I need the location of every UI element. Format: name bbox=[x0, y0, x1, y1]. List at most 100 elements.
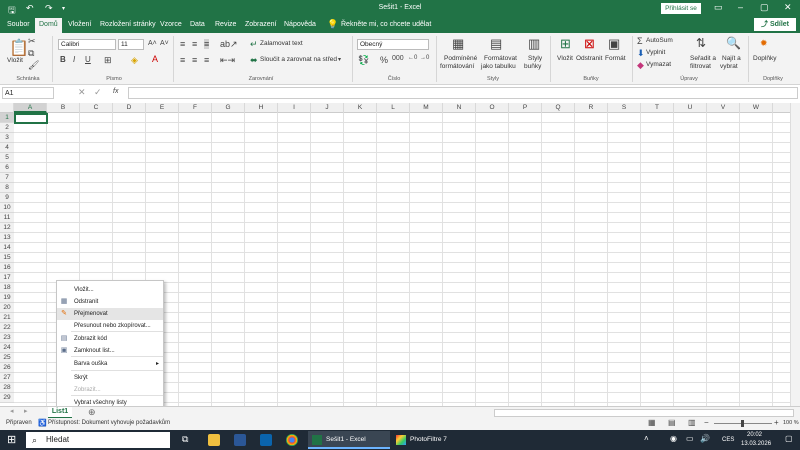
column-header[interactable]: B bbox=[47, 103, 80, 113]
column-header[interactable]: W bbox=[740, 103, 773, 113]
column-header[interactable]: C bbox=[80, 103, 113, 113]
normal-view-icon[interactable]: ▦ bbox=[648, 418, 656, 427]
row-header[interactable]: 10 bbox=[0, 203, 14, 213]
active-cell[interactable] bbox=[14, 113, 48, 124]
cell-styles-label-2[interactable]: buňky bbox=[524, 63, 541, 70]
column-header[interactable]: E bbox=[146, 103, 179, 113]
notifications-icon[interactable]: ▢ bbox=[785, 434, 793, 443]
column-header[interactable]: K bbox=[344, 103, 377, 113]
column-header[interactable]: V bbox=[707, 103, 740, 113]
sort-filter-label-1[interactable]: Seřadit a bbox=[690, 55, 716, 62]
merge-dropdown-icon[interactable]: ▾ bbox=[338, 56, 341, 63]
find-select-icon[interactable]: 🔍 bbox=[726, 36, 741, 50]
row-header[interactable]: 2 bbox=[0, 123, 14, 133]
outlook-icon[interactable] bbox=[260, 434, 272, 446]
context-menu-item[interactable]: ▤ Zobrazit kód bbox=[57, 333, 163, 345]
tab-page-layout[interactable]: Rozložení stránky bbox=[100, 21, 156, 28]
cancel-entry-icon[interactable]: ✕ bbox=[78, 87, 86, 98]
fill-button[interactable]: Vyplnit bbox=[646, 49, 665, 56]
ribbon-display-icon[interactable]: ▭ bbox=[714, 2, 723, 13]
conditional-formatting-label-2[interactable]: formátování bbox=[440, 63, 474, 70]
column-header[interactable]: N bbox=[443, 103, 476, 113]
close-icon[interactable]: ✕ bbox=[784, 2, 792, 13]
increase-decimal-icon[interactable]: ←0 bbox=[408, 55, 417, 61]
context-menu-item[interactable]: ▦ Odstranit bbox=[57, 296, 163, 308]
tab-file[interactable]: Soubor bbox=[7, 21, 30, 28]
tab-review[interactable]: Revize bbox=[215, 21, 236, 28]
cell-styles-icon[interactable]: ▥ bbox=[528, 36, 540, 52]
font-name-combo[interactable]: Calibri bbox=[58, 39, 116, 50]
indent-icon[interactable]: ⇤⇥ bbox=[220, 55, 235, 66]
align-right-icon[interactable]: ≡ bbox=[204, 55, 209, 65]
column-header[interactable]: D bbox=[113, 103, 146, 113]
accounting-format-icon[interactable]: 💱 bbox=[358, 55, 369, 66]
cut-icon[interactable]: ✂ bbox=[28, 36, 36, 47]
addins-button[interactable]: Doplňky bbox=[753, 55, 776, 62]
column-header[interactable]: O bbox=[476, 103, 509, 113]
row-header[interactable]: 29 bbox=[0, 393, 14, 403]
context-menu-item[interactable]: Barva ouška ▸ bbox=[57, 358, 163, 370]
accessibility-icon[interactable]: ♿ bbox=[38, 419, 47, 427]
row-header[interactable]: 14 bbox=[0, 243, 14, 253]
row-header[interactable]: 19 bbox=[0, 293, 14, 303]
zoom-level[interactable]: 100 % bbox=[783, 420, 799, 426]
row-header[interactable]: 17 bbox=[0, 273, 14, 283]
fill-color-icon[interactable]: ◈ bbox=[131, 55, 138, 66]
zoom-slider-thumb[interactable] bbox=[741, 420, 744, 427]
column-header[interactable]: T bbox=[641, 103, 674, 113]
taskbar-photofiltre-window[interactable]: PhotoFiltre 7 bbox=[392, 431, 474, 449]
column-header[interactable]: L bbox=[377, 103, 410, 113]
clock-date[interactable]: 13.03.2026 bbox=[741, 441, 771, 447]
row-header[interactable]: 21 bbox=[0, 313, 14, 323]
format-cells-icon[interactable]: ▣ bbox=[608, 36, 620, 52]
conditional-formatting-icon[interactable]: ▦ bbox=[452, 36, 464, 52]
volume-icon[interactable]: 🔊 bbox=[700, 434, 710, 443]
copy-icon[interactable]: ⧉ bbox=[28, 48, 34, 59]
tab-view[interactable]: Zobrazení bbox=[245, 21, 277, 28]
row-header[interactable]: 22 bbox=[0, 323, 14, 333]
row-header[interactable]: 26 bbox=[0, 363, 14, 373]
zoom-out-icon[interactable]: − bbox=[704, 418, 709, 427]
autosum-button[interactable]: AutoSum bbox=[646, 37, 673, 44]
row-header[interactable]: 16 bbox=[0, 263, 14, 273]
context-menu-item[interactable]: ✎ Přejmenovat bbox=[57, 308, 163, 320]
clock-time[interactable]: 20:02 bbox=[747, 432, 762, 438]
row-header[interactable]: 5 bbox=[0, 153, 14, 163]
share-button[interactable]: ⤴ Sdílet bbox=[754, 18, 796, 31]
decrease-decimal-icon[interactable]: →0 bbox=[420, 55, 429, 61]
format-as-table-label-1[interactable]: Formátovat bbox=[484, 55, 517, 62]
zoom-in-icon[interactable]: + bbox=[774, 418, 779, 427]
find-select-label-2[interactable]: vybrat bbox=[720, 63, 738, 70]
row-header[interactable]: 13 bbox=[0, 233, 14, 243]
tab-help[interactable]: Nápověda bbox=[284, 21, 316, 28]
align-bottom-icon[interactable]: ≡ bbox=[204, 39, 210, 49]
align-center-icon[interactable]: ≡ bbox=[192, 55, 197, 65]
insert-cells-icon[interactable]: ⊞ bbox=[560, 36, 571, 52]
tab-data[interactable]: Data bbox=[190, 21, 205, 28]
start-icon[interactable]: ⊞ bbox=[7, 433, 16, 446]
orientation-icon[interactable]: ab↗ bbox=[220, 39, 238, 50]
column-header[interactable]: A bbox=[14, 103, 47, 113]
increase-font-icon[interactable]: A˄ bbox=[148, 40, 157, 47]
decrease-font-icon[interactable]: A˅ bbox=[160, 40, 169, 47]
row-header[interactable]: 24 bbox=[0, 343, 14, 353]
row-header[interactable]: 25 bbox=[0, 353, 14, 363]
column-header[interactable]: R bbox=[575, 103, 608, 113]
paste-icon[interactable]: 📋 bbox=[9, 38, 29, 58]
vertical-scrollbar[interactable] bbox=[790, 103, 800, 406]
font-color-icon[interactable]: A bbox=[152, 54, 158, 64]
word-icon[interactable] bbox=[234, 434, 246, 446]
column-header[interactable]: H bbox=[245, 103, 278, 113]
row-header[interactable]: 9 bbox=[0, 193, 14, 203]
addins-icon[interactable]: ✹ bbox=[760, 38, 768, 49]
delete-cells-icon[interactable]: ⊠ bbox=[584, 36, 595, 52]
input-language[interactable]: CES bbox=[722, 437, 734, 443]
italic-icon[interactable]: I bbox=[73, 55, 75, 64]
align-middle-icon[interactable]: ≡ bbox=[192, 39, 197, 49]
underline-icon[interactable]: U bbox=[85, 55, 91, 64]
row-header[interactable]: 8 bbox=[0, 183, 14, 193]
cell-styles-label-1[interactable]: Styly bbox=[528, 55, 542, 62]
name-box[interactable]: A1 bbox=[2, 87, 54, 99]
row-header[interactable]: 12 bbox=[0, 223, 14, 233]
tab-home[interactable]: Domů bbox=[35, 18, 62, 33]
